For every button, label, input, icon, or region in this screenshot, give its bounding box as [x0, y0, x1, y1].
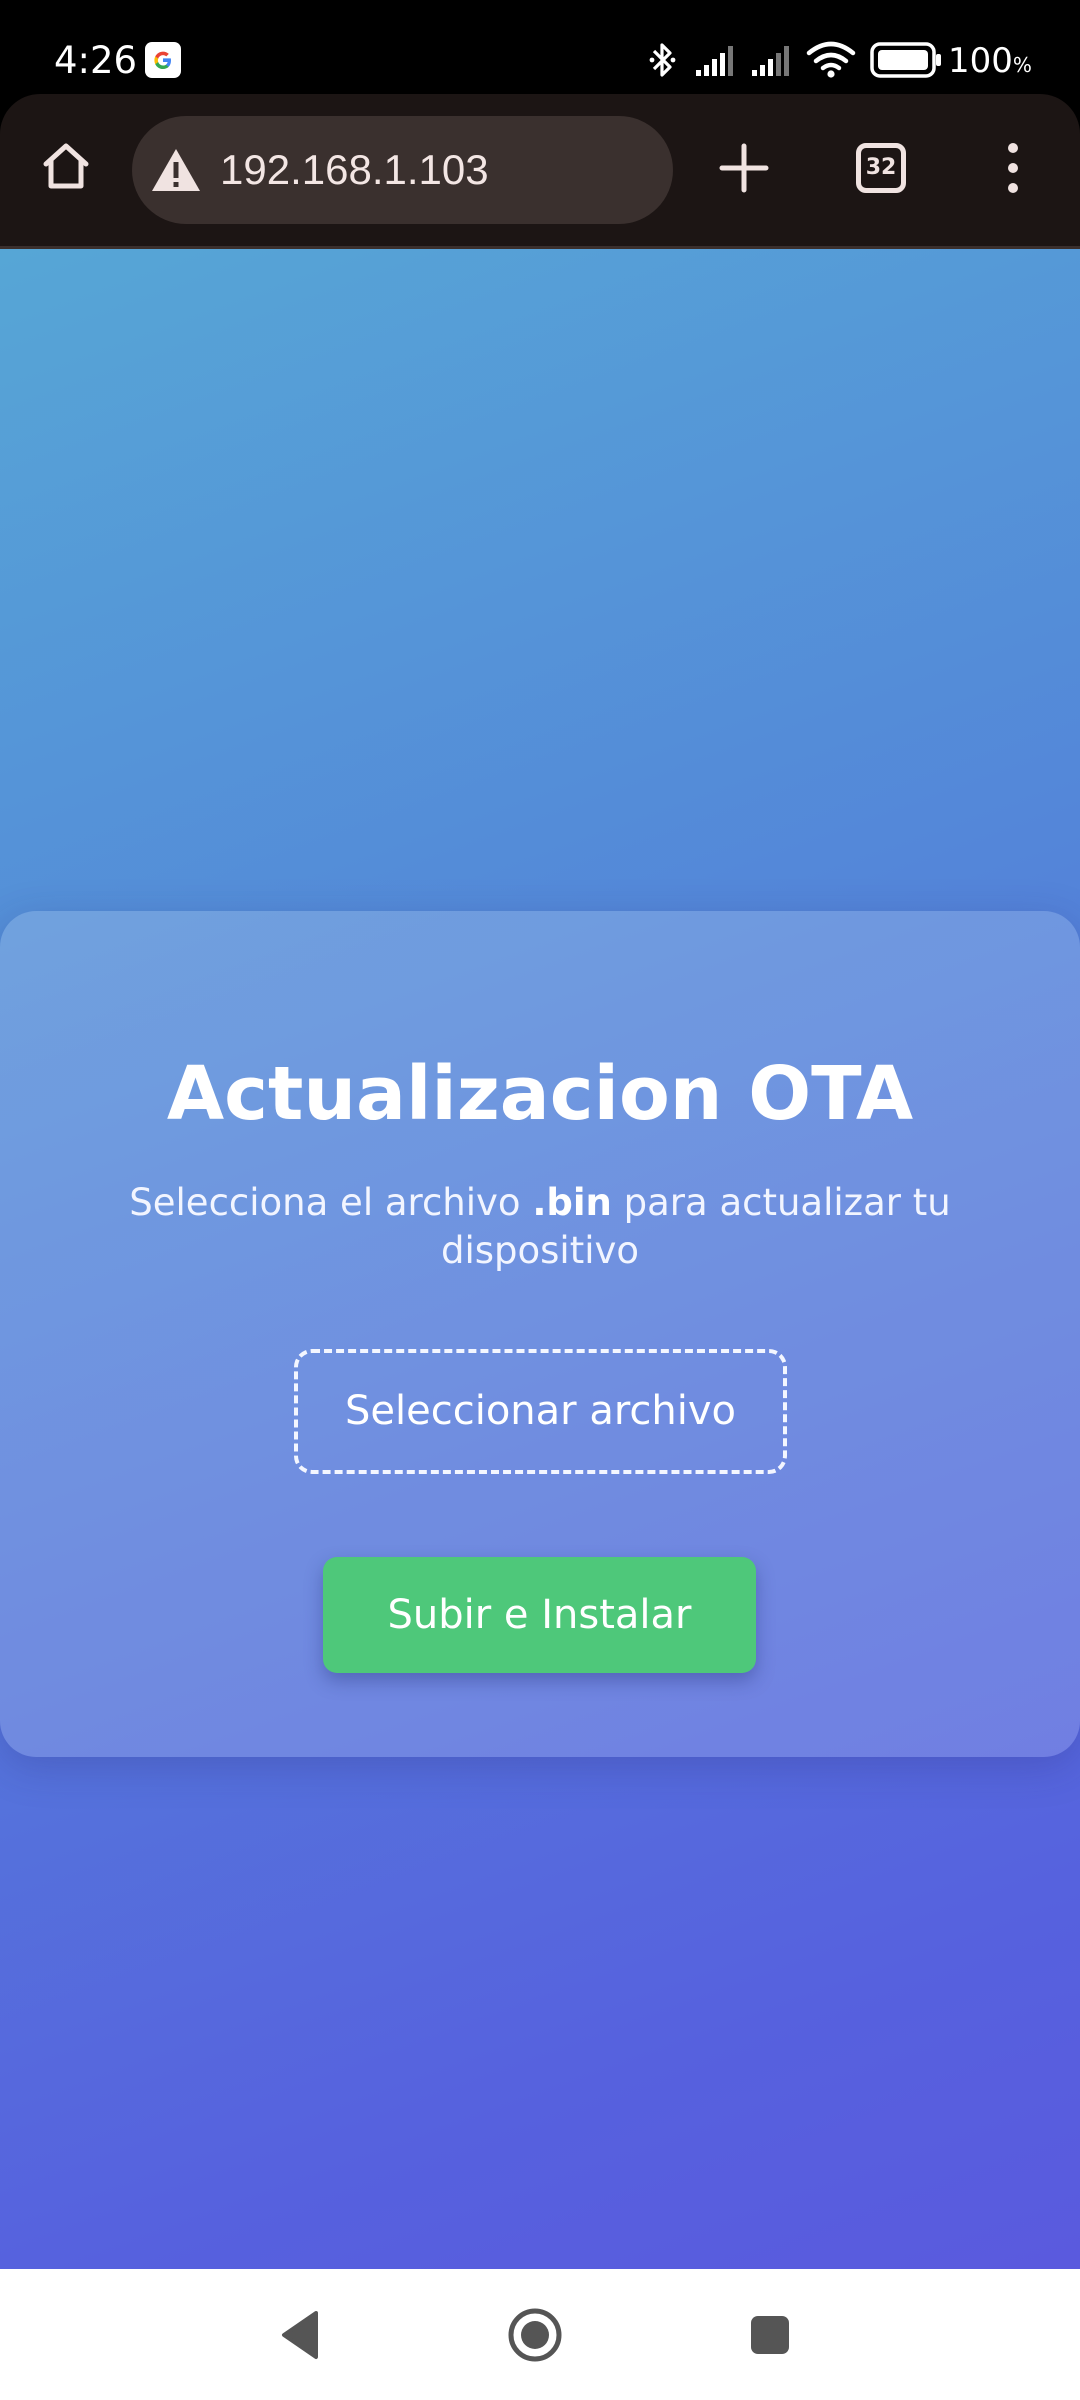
file-extension: .bin [532, 1181, 612, 1224]
plus-icon [719, 143, 769, 193]
new-tab-button[interactable] [708, 132, 780, 204]
overflow-menu-button[interactable] [980, 132, 1046, 204]
status-icons: 100% [640, 36, 1080, 86]
page-subtitle: Selecciona el archivo .bin para actualiz… [129, 1181, 951, 1272]
recents-icon [751, 2316, 789, 2354]
signal-icon [752, 46, 789, 76]
home-nav-button[interactable] [499, 2299, 571, 2371]
browser-toolbar: 192.168.1.103 32 [0, 94, 1080, 248]
home-icon [43, 143, 89, 189]
tab-switcher-button[interactable]: 32 [845, 132, 917, 204]
battery-level: 100% [948, 41, 1032, 81]
status-time: 4:26 [54, 39, 138, 82]
web-page: Actualizacion OTA Selecciona el archivo … [0, 249, 1080, 2269]
home-circle-icon [508, 2308, 562, 2362]
upload-install-button[interactable]: Subir e Instalar [323, 1557, 756, 1673]
tab-count: 32 [865, 155, 897, 180]
battery-icon [870, 42, 941, 78]
page-title: Actualizacion OTA [166, 1051, 914, 1137]
warning-icon[interactable] [150, 146, 202, 194]
bluetooth-icon [649, 43, 676, 77]
home-button[interactable] [30, 130, 102, 202]
navigation-bar [0, 2269, 1080, 2400]
google-icon [145, 42, 181, 78]
url-bar[interactable]: 192.168.1.103 [132, 116, 673, 224]
overflow-menu-icon [1008, 143, 1018, 193]
wifi-icon [806, 41, 856, 78]
status-bar: 4:26 100% [0, 0, 1080, 94]
recents-button[interactable] [734, 2299, 806, 2371]
phone-screen: 4:26 100% 192.168.1.103 32 Actualizacion… [0, 0, 1080, 2400]
ota-card: Actualizacion OTA Selecciona el archivo … [0, 911, 1080, 1757]
back-button[interactable] [264, 2299, 336, 2371]
url-text[interactable]: 192.168.1.103 [220, 144, 489, 196]
select-file-button[interactable]: Seleccionar archivo [294, 1349, 787, 1474]
tab-switcher-icon: 32 [856, 143, 906, 193]
signal-icon [696, 46, 733, 76]
back-icon [282, 2311, 318, 2359]
